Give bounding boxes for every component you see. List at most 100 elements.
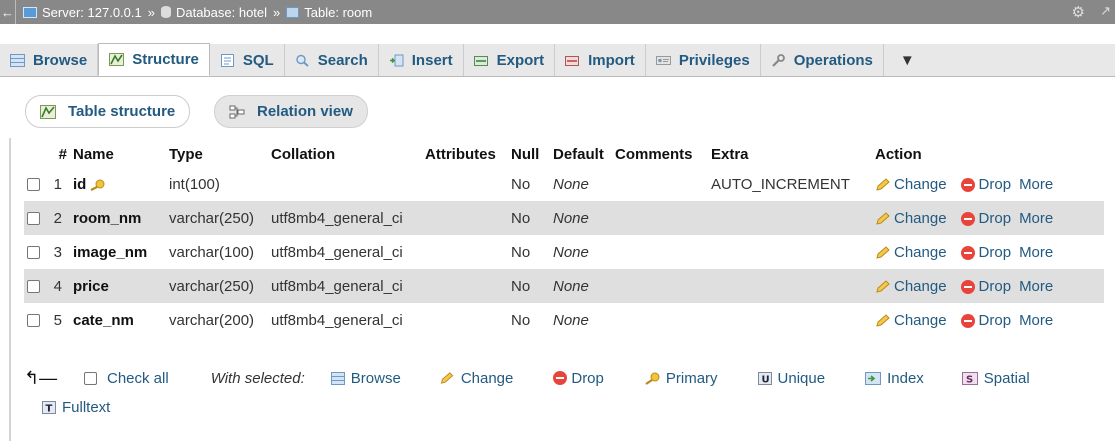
column-name: price xyxy=(70,269,166,303)
drop-button[interactable]: Drop xyxy=(960,176,1011,193)
column-type: varchar(250) xyxy=(166,269,268,303)
row-checkbox[interactable] xyxy=(27,280,40,294)
bulk-spatial-button[interactable]: S Spatial xyxy=(961,370,1030,387)
tab-structure[interactable]: Structure xyxy=(98,43,210,76)
change-label: Change xyxy=(894,311,947,329)
change-button[interactable]: Change xyxy=(875,210,947,227)
row-num: 5 xyxy=(53,311,62,329)
tab-privileges[interactable]: Privileges xyxy=(646,44,761,76)
change-button[interactable]: Change xyxy=(875,278,947,295)
pencil-icon xyxy=(876,177,890,191)
table-row: 1 id int(100) No None AUTO_INCREMENT Change Dro… xyxy=(24,167,1104,201)
breadcrumb-table[interactable]: Table: room xyxy=(286,5,372,20)
tab-sql[interactable]: SQL xyxy=(210,44,285,76)
subtab-relation-view[interactable]: Relation view xyxy=(214,95,368,128)
row-checkbox[interactable] xyxy=(27,314,40,328)
fulltext-icon: T xyxy=(42,401,56,414)
column-name-text: price xyxy=(73,277,109,295)
more-button[interactable]: More xyxy=(1019,244,1053,261)
tab-browse[interactable]: Browse xyxy=(0,44,99,76)
breadcrumb-server[interactable]: Server: 127.0.0.1 xyxy=(23,5,142,20)
table-row: 5 cate_nm varchar(200) utf8mb4_general_ci No… xyxy=(24,303,1104,337)
bulk-browse-button[interactable]: Browse xyxy=(330,369,401,387)
tab-insert[interactable]: Insert xyxy=(379,44,464,76)
key-icon xyxy=(645,372,660,385)
column-type: varchar(100) xyxy=(169,243,255,261)
check-all-checkbox[interactable] xyxy=(84,371,97,385)
tab-export-label: Export xyxy=(496,51,545,69)
row-actions: Change Drop More xyxy=(872,201,1104,235)
row-checkbox[interactable] xyxy=(27,212,40,226)
back-arrow-icon[interactable]: ← xyxy=(0,0,16,24)
drop-button[interactable]: Drop xyxy=(960,312,1011,329)
more-button[interactable]: More xyxy=(1019,278,1053,295)
column-comments xyxy=(612,167,708,201)
bulk-fulltext-button[interactable]: T Fulltext xyxy=(42,399,110,416)
column-name: cate_nm xyxy=(70,303,166,337)
row-actions: Change Drop More xyxy=(872,167,1104,201)
table-row: 3 image_nm varchar(100) utf8mb4_general_ci N… xyxy=(24,235,1104,269)
tab-search[interactable]: Search xyxy=(285,44,379,76)
primary-key-icon xyxy=(90,179,105,191)
pencil-icon xyxy=(876,211,890,225)
table-row: 2 room_nm varchar(250) utf8mb4_general_ci No… xyxy=(24,201,1104,235)
header-attributes: Attributes xyxy=(425,145,496,163)
column-collation: utf8mb4_general_ci xyxy=(268,269,422,303)
more-button[interactable]: More xyxy=(1019,312,1053,329)
column-name: room_nm xyxy=(70,201,166,235)
bulk-drop-button[interactable]: Drop xyxy=(553,370,604,387)
row-num: 4 xyxy=(48,269,70,303)
column-type: varchar(200) xyxy=(169,311,255,329)
tab-export[interactable]: Export xyxy=(464,44,556,76)
bulk-change-button[interactable]: Change xyxy=(439,370,513,387)
table-structure-grid: # Name Type Collation Attributes Null De… xyxy=(24,141,1104,337)
header-default: Default xyxy=(553,145,604,163)
drop-icon xyxy=(553,371,568,385)
table-header-row: # Name Type Collation Attributes Null De… xyxy=(24,141,1104,167)
row-checkbox[interactable] xyxy=(27,178,40,192)
column-attributes xyxy=(422,303,508,337)
column-null: No xyxy=(511,243,531,261)
change-button[interactable]: Change xyxy=(875,312,947,329)
check-all[interactable]: Check all xyxy=(84,370,169,387)
row-checkbox[interactable] xyxy=(27,246,40,260)
bulk-unique-button[interactable]: U Unique xyxy=(757,370,825,387)
tab-operations[interactable]: Operations xyxy=(761,44,884,76)
column-comments xyxy=(612,303,708,337)
header-extra: Extra xyxy=(711,145,749,163)
change-button[interactable]: Change xyxy=(875,244,947,261)
index-icon xyxy=(865,371,882,385)
drop-button[interactable]: Drop xyxy=(960,278,1011,295)
drop-button[interactable]: Drop xyxy=(960,210,1011,227)
more-button[interactable]: More xyxy=(1019,210,1053,227)
browse-icon xyxy=(10,53,25,67)
bulk-browse-label: Browse xyxy=(350,369,401,387)
subtab-table-structure[interactable]: Table structure xyxy=(25,95,191,128)
tab-more-dropdown[interactable]: ▼ xyxy=(884,44,921,76)
database-icon xyxy=(160,6,171,18)
pencil-icon xyxy=(876,245,890,259)
pencil-icon xyxy=(440,371,454,384)
bulk-primary-button[interactable]: Primary xyxy=(644,370,718,387)
column-null: No xyxy=(508,201,550,235)
column-null: No xyxy=(508,269,550,303)
change-label: Change xyxy=(894,209,947,227)
row-select xyxy=(24,235,48,269)
drop-button[interactable]: Drop xyxy=(960,244,1011,261)
tab-insert-label: Insert xyxy=(411,51,453,69)
column-extra xyxy=(708,201,872,235)
row-num: 2 xyxy=(48,201,70,235)
collapse-arrows-icon[interactable]: ↗ xyxy=(1100,3,1111,19)
caret-down-icon: ▼ xyxy=(899,51,915,69)
settings-gear-icon[interactable]: ⚙ xyxy=(1072,3,1085,21)
tab-import[interactable]: Import xyxy=(555,44,646,76)
change-button[interactable]: Change xyxy=(875,176,947,193)
more-button[interactable]: More xyxy=(1019,176,1053,193)
subtab-relation-view-label: Relation view xyxy=(257,103,353,120)
import-icon xyxy=(565,55,580,66)
column-default: None xyxy=(550,269,612,303)
change-label: Change xyxy=(894,277,947,295)
header-select xyxy=(24,141,48,167)
breadcrumb-database[interactable]: Database: hotel xyxy=(160,5,267,20)
bulk-index-button[interactable]: Index xyxy=(865,370,924,387)
